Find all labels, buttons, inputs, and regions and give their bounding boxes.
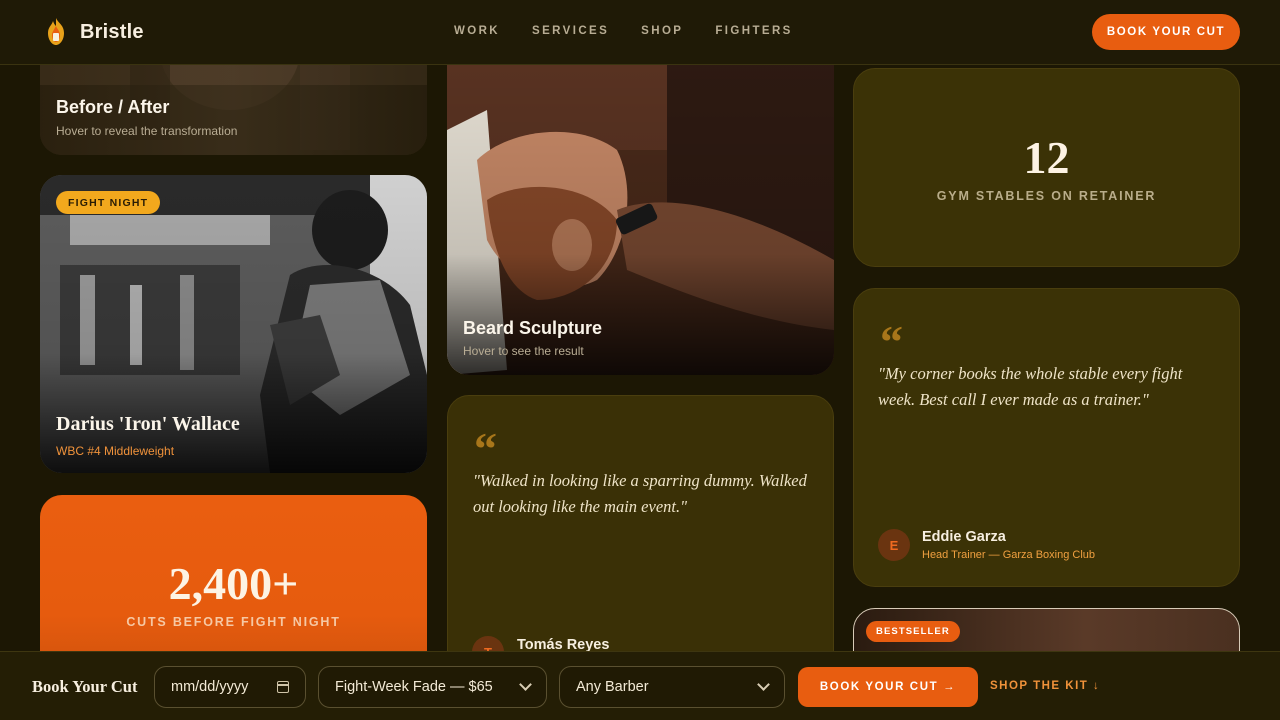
fighter-name: Darius 'Iron' Wallace bbox=[56, 413, 240, 435]
nav-fighters[interactable]: FIGHTERS bbox=[715, 25, 792, 37]
testimonial-card-eddie: “ "My corner books the whole stable ever… bbox=[853, 288, 1240, 587]
book-your-cut-button[interactable]: BOOK YOUR CUT → bbox=[798, 667, 978, 707]
quote-icon: “ bbox=[474, 423, 497, 474]
header-book-button[interactable]: BOOK YOUR CUT bbox=[1092, 14, 1240, 50]
before-after-title: Before / After bbox=[56, 97, 170, 117]
fight-night-badge: FIGHT NIGHT bbox=[56, 191, 161, 214]
testimonial-text-eddie: "My corner books the whole stable every … bbox=[878, 364, 1183, 409]
gyms-stat-card: 12 GYM STABLES ON RETAINER bbox=[853, 68, 1240, 267]
before-after-subtitle: Hover to reveal the transformation bbox=[56, 124, 238, 138]
shop-the-kit-link[interactable]: SHOP THE KIT ↓ bbox=[990, 680, 1100, 692]
nav-services[interactable]: SERVICES bbox=[532, 25, 609, 37]
flame-shield-icon bbox=[48, 18, 64, 45]
date-placeholder: mm/dd/yyyy bbox=[171, 679, 249, 695]
avatar-eddie: E bbox=[878, 529, 910, 561]
calendar-icon[interactable] bbox=[277, 681, 289, 693]
booking-title: Book Your Cut bbox=[32, 677, 138, 696]
cuts-stat-label: CUTS BEFORE FIGHT NIGHT bbox=[126, 615, 341, 629]
barber-select[interactable]: Any Barber bbox=[559, 666, 785, 708]
beard-subtitle: Hover to see the result bbox=[463, 344, 584, 358]
chevron-down-icon bbox=[757, 678, 770, 691]
nav-shop[interactable]: SHOP bbox=[641, 25, 683, 37]
bestseller-badge: BESTSELLER bbox=[866, 621, 960, 642]
testimonial-text-tomas: "Walked in looking like a sparring dummy… bbox=[473, 471, 807, 516]
nav-work[interactable]: WORK bbox=[454, 25, 500, 37]
cuts-stat-value: 2,400+ bbox=[168, 558, 299, 609]
beard-sculpture-card[interactable]: Beard Sculpture Hover to see the result bbox=[447, 30, 834, 375]
booking-bar: Book Your Cut mm/dd/yyyy Fight-Week Fade… bbox=[0, 651, 1280, 720]
fighter-rank: WBC #4 Middleweight bbox=[56, 444, 175, 458]
testimonial-role-eddie: Head Trainer — Garza Boxing Club bbox=[922, 549, 1096, 561]
chevron-down-icon bbox=[519, 678, 532, 691]
site-header: Bristle WORK SERVICES SHOP FIGHTERS BOOK… bbox=[0, 0, 1280, 65]
beard-title: Beard Sculpture bbox=[463, 318, 603, 338]
service-selected-value: Fight-Week Fade — $65 bbox=[335, 679, 493, 695]
gyms-stat-label: GYM STABLES ON RETAINER bbox=[936, 189, 1157, 203]
fighter-card[interactable]: FIGHT NIGHT Darius 'Iron' Wallace WBC #4… bbox=[40, 175, 427, 473]
date-input[interactable]: mm/dd/yyyy bbox=[154, 666, 306, 708]
testimonial-card-tomas: “ "Walked in looking like a sparring dum… bbox=[447, 395, 834, 695]
testimonial-name-eddie: Eddie Garza bbox=[922, 529, 1006, 545]
brand-name: Bristle bbox=[80, 20, 144, 43]
gyms-stat-value: 12 bbox=[1023, 132, 1070, 183]
brand-logo[interactable]: Bristle bbox=[44, 17, 144, 47]
main-nav: WORK SERVICES SHOP FIGHTERS bbox=[454, 25, 793, 37]
barber-selected-value: Any Barber bbox=[576, 679, 649, 695]
quote-icon: “ bbox=[880, 316, 903, 367]
service-select[interactable]: Fight-Week Fade — $65 bbox=[318, 666, 547, 708]
